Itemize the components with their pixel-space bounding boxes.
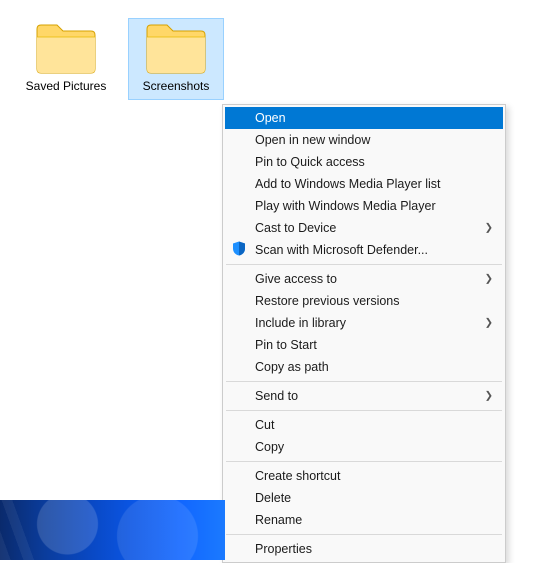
taskbar-wallpaper-strip — [0, 500, 225, 560]
menu-item-scan-with-microsoft-defender[interactable]: Scan with Microsoft Defender... — [225, 239, 503, 261]
chevron-right-icon: ❯ — [485, 223, 493, 234]
menu-item-cast-to-device[interactable]: Cast to Device ❯ — [225, 217, 503, 239]
menu-item-cut[interactable]: Cut — [225, 414, 503, 436]
menu-item-give-access-to[interactable]: Give access to ❯ — [225, 268, 503, 290]
chevron-right-icon: ❯ — [485, 318, 493, 329]
chevron-right-icon: ❯ — [485, 274, 493, 285]
menu-item-label: Create shortcut — [255, 469, 340, 483]
menu-item-label: Copy — [255, 440, 284, 454]
menu-item-pin-to-quick-access[interactable]: Pin to Quick access — [225, 151, 503, 173]
menu-item-label: Cut — [255, 418, 274, 432]
folder-icon — [131, 23, 221, 75]
menu-item-pin-to-start[interactable]: Pin to Start — [225, 334, 503, 356]
menu-item-label: Restore previous versions — [255, 294, 400, 308]
menu-item-restore-previous-versions[interactable]: Restore previous versions — [225, 290, 503, 312]
menu-item-label: Delete — [255, 491, 291, 505]
menu-item-label: Rename — [255, 513, 302, 527]
menu-item-label: Pin to Quick access — [255, 155, 365, 169]
menu-item-copy-as-path[interactable]: Copy as path — [225, 356, 503, 378]
folder-label: Screenshots — [131, 79, 221, 93]
menu-separator — [226, 534, 502, 535]
folder-saved-pictures[interactable]: Saved Pictures — [18, 18, 114, 100]
menu-item-label: Add to Windows Media Player list — [255, 177, 441, 191]
menu-item-label: Include in library — [255, 316, 346, 330]
menu-separator — [226, 410, 502, 411]
menu-separator — [226, 461, 502, 462]
menu-item-include-in-library[interactable]: Include in library ❯ — [225, 312, 503, 334]
chevron-right-icon: ❯ — [485, 391, 493, 402]
folder-label: Saved Pictures — [21, 79, 111, 93]
menu-separator — [226, 264, 502, 265]
menu-item-label: Open in new window — [255, 133, 370, 147]
menu-item-label: Cast to Device — [255, 221, 336, 235]
menu-item-label: Properties — [255, 542, 312, 556]
menu-item-label: Play with Windows Media Player — [255, 199, 436, 213]
menu-item-play-with-windows-media-player[interactable]: Play with Windows Media Player — [225, 195, 503, 217]
menu-item-open[interactable]: Open — [225, 107, 503, 129]
menu-item-delete[interactable]: Delete — [225, 487, 503, 509]
menu-item-rename[interactable]: Rename — [225, 509, 503, 531]
context-menu: Open Open in new window Pin to Quick acces… — [222, 104, 506, 563]
menu-item-label: Scan with Microsoft Defender... — [255, 243, 428, 257]
menu-item-open-in-new-window[interactable]: Open in new window — [225, 129, 503, 151]
menu-item-properties[interactable]: Properties — [225, 538, 503, 560]
menu-item-copy[interactable]: Copy — [225, 436, 503, 458]
defender-shield-icon — [231, 241, 247, 260]
menu-item-label: Pin to Start — [255, 338, 317, 352]
menu-item-label: Open — [255, 111, 286, 125]
desktop-area: Saved Pictures Screenshots Open Open in n… — [0, 0, 548, 560]
menu-item-add-to-windows-media-player-list[interactable]: Add to Windows Media Player list — [225, 173, 503, 195]
menu-item-label: Give access to — [255, 272, 337, 286]
menu-item-create-shortcut[interactable]: Create shortcut — [225, 465, 503, 487]
folder-icon — [21, 23, 111, 75]
folder-screenshots[interactable]: Screenshots — [128, 18, 224, 100]
menu-separator — [226, 381, 502, 382]
menu-item-label: Send to — [255, 389, 298, 403]
menu-item-label: Copy as path — [255, 360, 329, 374]
menu-item-send-to[interactable]: Send to ❯ — [225, 385, 503, 407]
